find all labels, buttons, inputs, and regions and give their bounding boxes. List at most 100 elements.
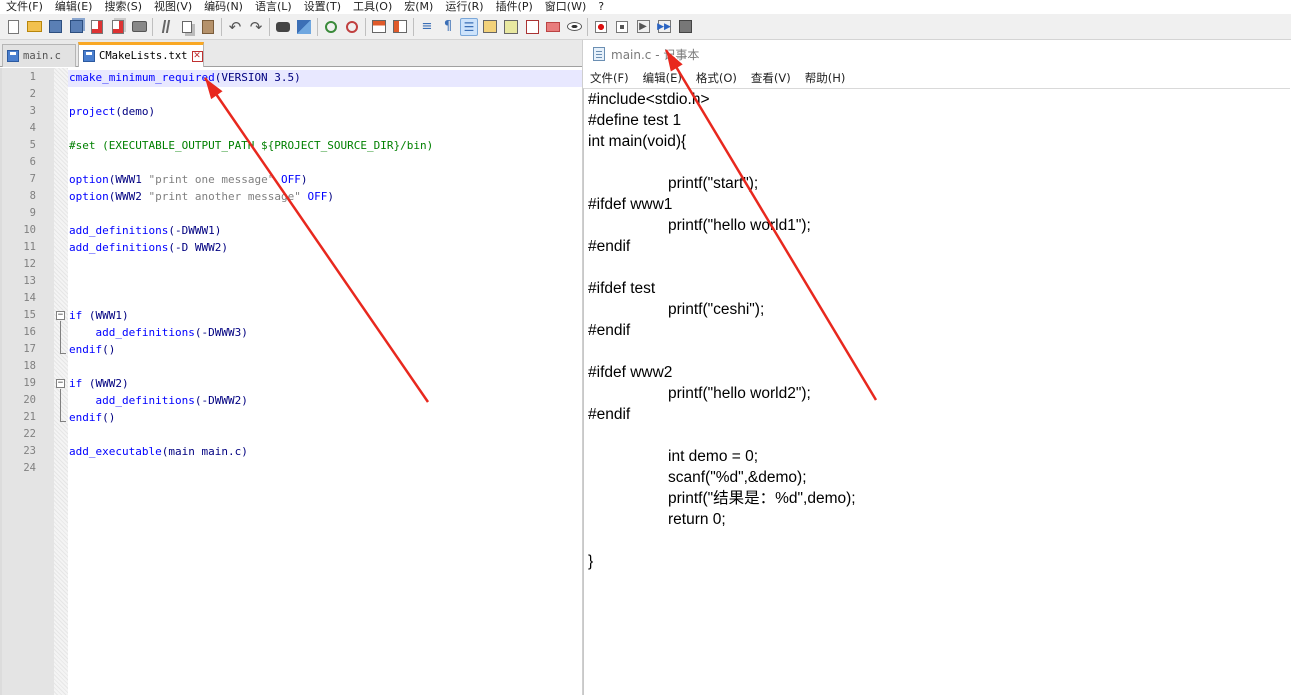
zoom-out-icon[interactable] [343, 18, 361, 36]
monitoring-eye-icon[interactable] [565, 18, 583, 36]
code-line: 2 [2, 86, 582, 103]
npp-menu-item[interactable]: 窗口(W) [539, 0, 592, 14]
file-icon [7, 50, 19, 62]
line-number: 17 [23, 343, 36, 355]
npp-menu-item[interactable]: 视图(V) [148, 0, 198, 14]
fold-toggle-icon[interactable]: − [56, 379, 65, 388]
notepad-menu-item[interactable]: 帮助(H) [798, 70, 853, 86]
doc-map-icon[interactable] [481, 18, 499, 36]
stop-macro-icon[interactable] [613, 18, 631, 36]
code-token: () [102, 411, 116, 424]
code-token: project [69, 105, 116, 118]
new-file-icon[interactable] [4, 18, 22, 36]
line-number: 1 [29, 71, 36, 83]
notepad-menu-bar: 文件(F) 编辑(E) 格式(O) 查看(V) 帮助(H) [583, 68, 1291, 88]
npp-menu-item[interactable]: 工具(O) [347, 0, 398, 14]
code-token: if [69, 309, 83, 322]
notepad-text-line: printf("hello world1"); [668, 217, 811, 234]
notepad-text-line: printf("ceshi"); [668, 301, 765, 318]
notepad-title-bar: main.c - 记事本 [583, 40, 1291, 68]
code-token: (-DWWW1) [168, 224, 222, 237]
npp-menu-item[interactable]: 编码(N) [198, 0, 249, 14]
code-line: 23 add_executable(main main.c) [2, 443, 582, 460]
notepad-text-line: printf("hello world2"); [668, 385, 811, 402]
code-token: option [69, 190, 109, 203]
play-macro-icon[interactable]: ▶ [634, 18, 652, 36]
code-token: (WWW1) [82, 309, 129, 322]
notepad-menu-item[interactable]: 格式(O) [689, 70, 744, 86]
folder-workspace-icon[interactable] [523, 18, 541, 36]
code-editor[interactable]: 1 cmake_minimum_required(VERSION 3.5) 2 3 pr… [0, 68, 582, 695]
npp-menu-item[interactable]: 编辑(E) [49, 0, 99, 14]
npp-menu-item[interactable]: 插件(P) [490, 0, 539, 14]
replace-icon[interactable] [295, 18, 313, 36]
code-line: 22 [2, 426, 582, 443]
run-macro-multiple-icon[interactable]: ▶▶ [655, 18, 673, 36]
code-line: 4 [2, 120, 582, 137]
undo-icon[interactable]: ↶ [226, 18, 244, 36]
line-number: 11 [23, 241, 36, 253]
line-number: 9 [29, 207, 36, 219]
zoom-in-icon[interactable] [322, 18, 340, 36]
close-tab-icon[interactable]: ✕ [191, 50, 203, 62]
close-file-icon[interactable] [88, 18, 106, 36]
notepad-menu-item[interactable]: 文件(F) [583, 70, 636, 86]
npp-menu-item[interactable]: 语言(L) [249, 0, 298, 14]
notepad-text-line: return 0; [668, 511, 726, 528]
notepad-text-area[interactable]: #include<stdio.h> #define test 1 int main(… [583, 88, 1290, 695]
indent-guide-icon[interactable]: ☰ [460, 17, 478, 36]
copy-icon[interactable] [178, 18, 196, 36]
save-icon[interactable] [46, 18, 64, 36]
line-number: 18 [23, 360, 36, 372]
print-icon[interactable] [130, 18, 148, 36]
npp-toolbar: ↶ ↷ ≡ ¶ ☰ ▶ ▶▶ [0, 14, 1291, 40]
tab-main-c[interactable]: main.c [2, 44, 76, 67]
find-icon[interactable] [274, 18, 292, 36]
open-file-icon[interactable] [25, 18, 43, 36]
npp-menu-item[interactable]: 运行(R) [439, 0, 489, 14]
notepad-text-line: scanf("%d",&demo); [668, 469, 807, 486]
fold-toggle-icon[interactable]: − [56, 311, 65, 320]
code-line: 18 [2, 358, 582, 375]
save-all-icon[interactable] [67, 18, 85, 36]
code-text: endif() [69, 409, 115, 426]
notepad-text-line: #endif [588, 406, 631, 423]
code-token: (-DWWW3) [194, 326, 248, 339]
folder-icon[interactable] [544, 18, 562, 36]
npp-menu-item[interactable]: ? [592, 0, 610, 14]
notepad-text-line: printf("结果是：%d",demo); [668, 490, 856, 507]
close-all-icon[interactable] [109, 18, 127, 36]
code-token: endif [69, 411, 103, 424]
paste-icon[interactable] [199, 18, 217, 36]
npp-menu-item[interactable]: 文件(F) [0, 0, 49, 14]
code-token: add_executable [69, 445, 162, 458]
npp-menu-item[interactable]: 搜索(S) [98, 0, 148, 14]
code-text: #set (EXECUTABLE_OUTPUT_PATH ${PROJECT_S… [69, 137, 433, 154]
code-line: 11 add_definitions(-D WWW2) [2, 239, 582, 256]
notepad-menu-item[interactable]: 查看(V) [744, 70, 798, 86]
npp-menu-item[interactable]: 宏(M) [398, 0, 439, 14]
tab-cmakelists[interactable]: CMakeLists.txt ✕ [78, 42, 204, 67]
cut-icon[interactable] [157, 18, 175, 36]
code-token: (WWW1 [108, 173, 149, 186]
record-macro-icon[interactable] [592, 18, 610, 36]
code-token: (demo) [115, 105, 156, 118]
sync-vertical-icon[interactable] [370, 18, 388, 36]
save-macro-icon[interactable] [676, 18, 694, 36]
code-line: 7 option(WWW1 "print one message" OFF) [2, 171, 582, 188]
function-list-icon[interactable] [502, 18, 520, 36]
notepad-menu-item[interactable]: 编辑(E) [636, 70, 689, 86]
code-line: 1 cmake_minimum_required(VERSION 3.5) [2, 69, 582, 86]
code-token: (-DWWW2) [194, 394, 248, 407]
sync-horizontal-icon[interactable] [391, 18, 409, 36]
code-token: (main main.c) [161, 445, 248, 458]
code-line: 19 if (WWW2) [2, 375, 582, 392]
line-number: 13 [23, 275, 36, 287]
show-all-chars-icon[interactable]: ¶ [439, 18, 457, 36]
code-line: 10 add_definitions(-DWWW1) [2, 222, 582, 239]
line-number: 6 [29, 156, 36, 168]
word-wrap-icon[interactable]: ≡ [418, 18, 436, 36]
code-line: 12 [2, 256, 582, 273]
npp-menu-item[interactable]: 设置(T) [298, 0, 347, 14]
redo-icon[interactable]: ↷ [247, 18, 265, 36]
